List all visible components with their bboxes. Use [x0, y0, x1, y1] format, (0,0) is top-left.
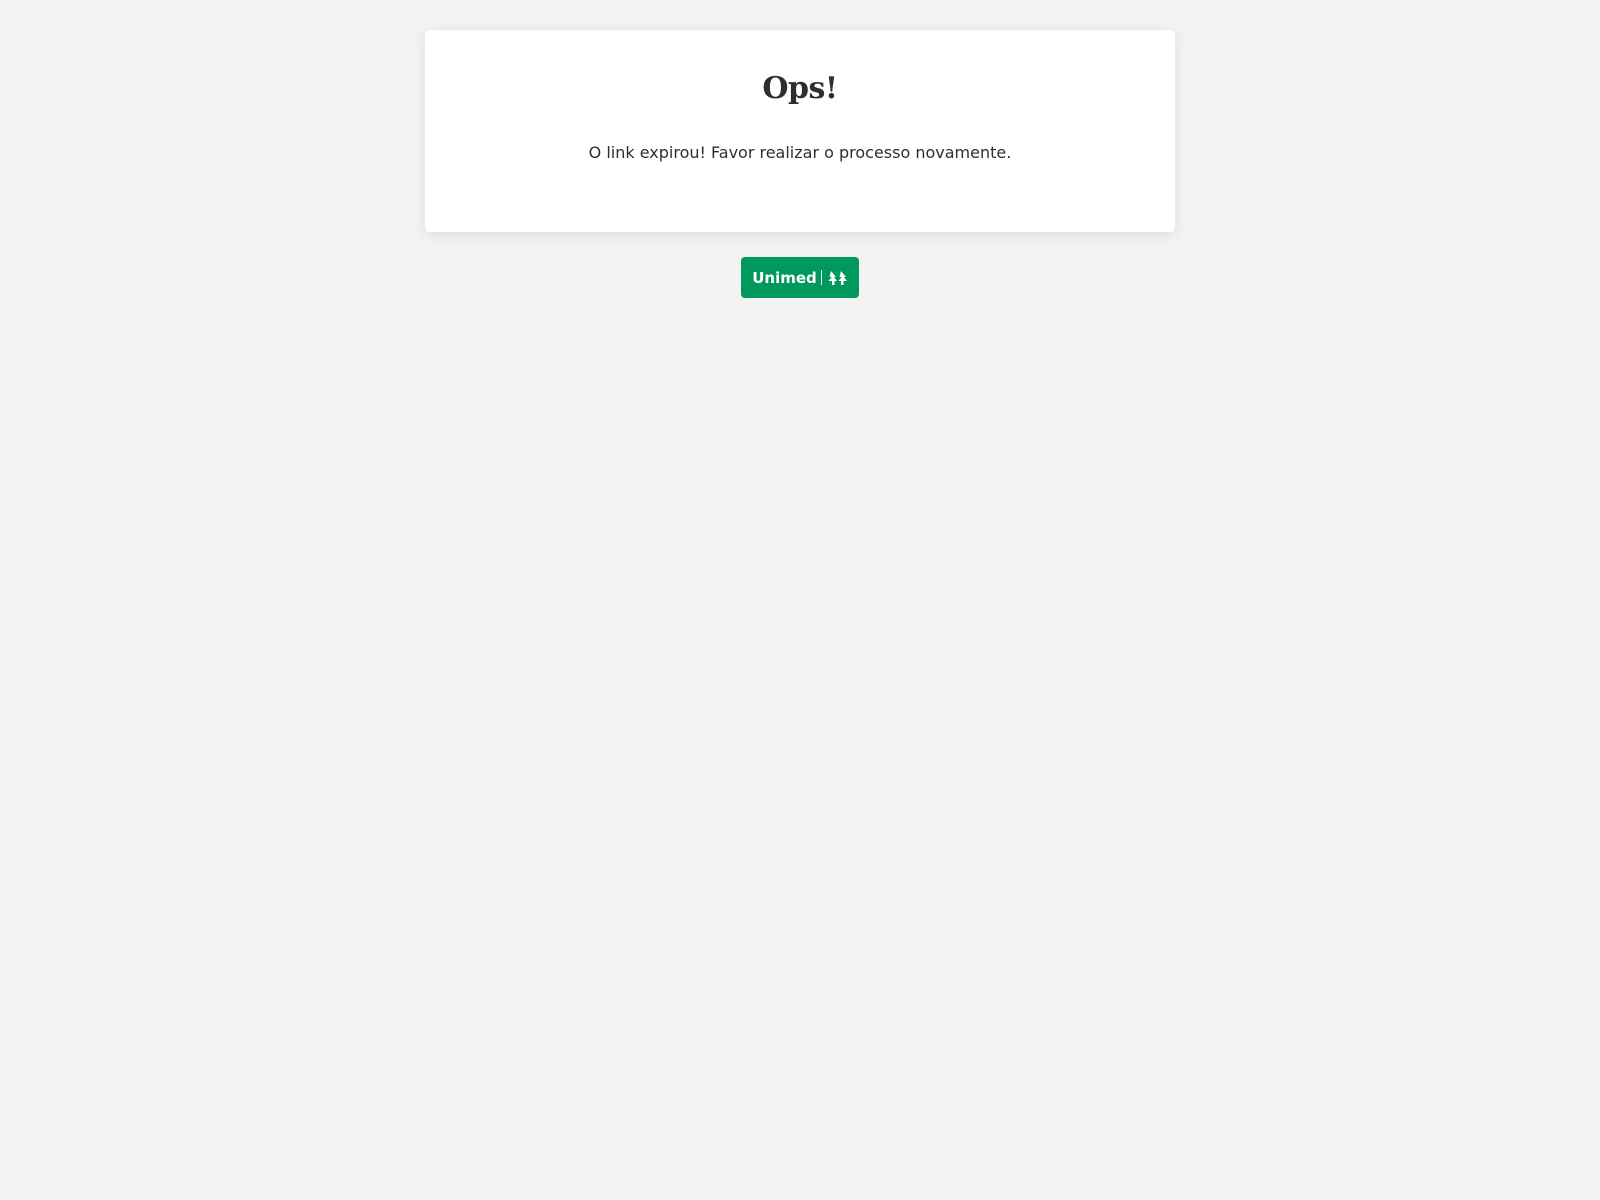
unimed-trees-icon: [828, 270, 847, 285]
error-title: Ops!: [762, 71, 838, 106]
logo-divider: [820, 270, 822, 285]
unimed-logo: Unimed: [741, 257, 859, 298]
error-message: O link expirou! Favor realizar o process…: [588, 143, 1012, 162]
page: Ops! O link expirou! Favor realizar o pr…: [0, 0, 1600, 1200]
logo-text: Unimed: [752, 268, 817, 287]
error-card: Ops! O link expirou! Favor realizar o pr…: [425, 30, 1175, 232]
